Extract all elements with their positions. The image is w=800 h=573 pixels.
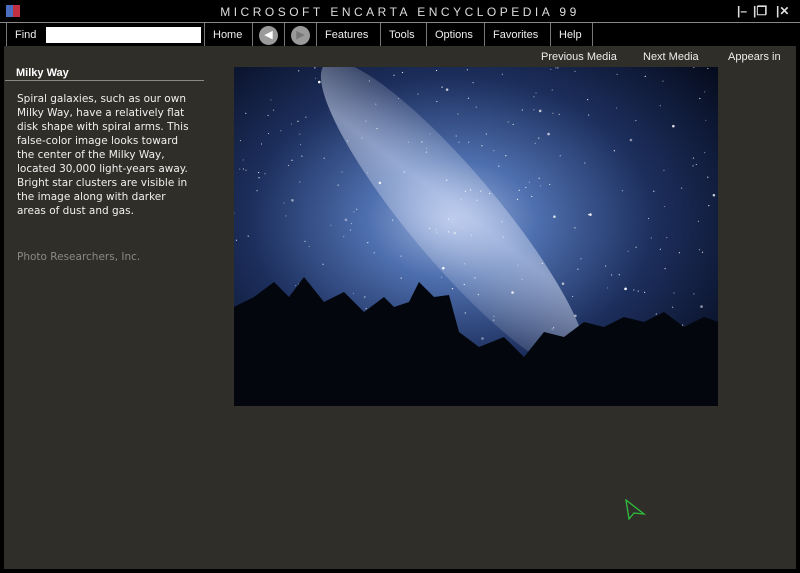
window-title: MICROSOFT ENCARTA ENCYCLOPEDIA 99 [220, 5, 580, 19]
back-slot: ◀ [252, 23, 284, 46]
mouse-cursor-icon [625, 499, 647, 521]
close-button[interactable]: |✕ [776, 4, 789, 18]
features-menu[interactable]: Features [316, 23, 368, 46]
restore-button[interactable]: |❐ [753, 4, 767, 18]
title-bar: MICROSOFT ENCARTA ENCYCLOPEDIA 99 |– |❐ … [0, 0, 800, 22]
help-menu[interactable]: Help [550, 23, 592, 46]
tools-menu[interactable]: Tools [380, 23, 415, 46]
photo-credit: Photo Researchers, Inc. [17, 251, 141, 263]
forward-slot: ▶ [284, 23, 316, 46]
media-caption: Spiral galaxies, such as our own Milky W… [17, 93, 189, 217]
favorites-menu[interactable]: Favorites [484, 23, 538, 46]
find-label: Find [6, 23, 46, 46]
home-button[interactable]: Home [204, 23, 242, 46]
divider [592, 23, 593, 46]
arrow-left-icon[interactable]: ◀ [259, 26, 278, 45]
options-menu[interactable]: Options [426, 23, 473, 46]
media-title: Milky Way [16, 67, 69, 79]
appears-in-link[interactable]: Appears in [728, 51, 781, 63]
find-input[interactable] [46, 27, 201, 43]
arrow-right-icon[interactable]: ▶ [291, 26, 310, 45]
toolbar: Find Home ◀ ▶ Features Tools Options Fav… [0, 22, 800, 46]
divider [5, 80, 204, 81]
media-view: Previous Media Next Media Appears in Mil… [0, 46, 800, 573]
next-media-link[interactable]: Next Media [643, 51, 699, 63]
minimize-button[interactable]: |– [737, 4, 747, 18]
previous-media-link[interactable]: Previous Media [541, 51, 617, 63]
milky-way-photo [234, 67, 718, 406]
